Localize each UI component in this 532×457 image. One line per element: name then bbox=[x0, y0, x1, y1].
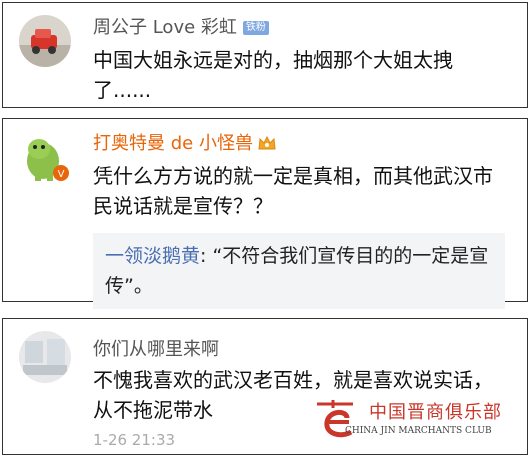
comment-time: 1-26 21:33 bbox=[93, 431, 176, 449]
comment-username[interactable]: 周公子 Love 彩虹 铁粉 bbox=[93, 13, 269, 39]
reply-quote[interactable]: 一领淡鹅黄: “不符合我们宣传目的的一定是宣传”。 bbox=[93, 233, 505, 309]
reply-author[interactable]: 一领淡鹅黄 bbox=[105, 245, 200, 267]
comment-username[interactable]: 打奥特曼 de 小怪兽 bbox=[93, 129, 277, 156]
username-label[interactable]: 周公子 Love 彩虹 bbox=[93, 17, 237, 38]
comment-card: 你们从哪里来啊 不愧我喜欢的武汉老百姓，就是喜欢说实话，从不拖泥带水 1-26 … bbox=[2, 318, 528, 455]
username-label[interactable]: 打奥特曼 de 小怪兽 bbox=[93, 133, 253, 154]
comment-text: 凭什么方方说的就一定是真相，而其他武汉市民说话就是宣传？？ bbox=[93, 164, 493, 218]
club-logo-icon bbox=[317, 400, 353, 438]
watermark-cn: 中国晋商俱乐部 bbox=[369, 402, 502, 423]
svg-text:V: V bbox=[58, 169, 65, 180]
fan-badge: 铁粉 bbox=[242, 21, 269, 35]
comment-card: 周公子 Love 彩虹 铁粉 中国大姐永远是对的，抽烟那个大姐太拽了...... bbox=[2, 2, 528, 108]
crown-icon bbox=[257, 135, 277, 156]
comment-text: 中国大姐永远是对的，抽烟那个大姐太拽了...... bbox=[93, 48, 453, 102]
avatar[interactable] bbox=[19, 15, 71, 67]
avatar[interactable] bbox=[19, 331, 71, 383]
watermark: 中国晋商俱乐部 CHINA JIN MARCHANTS CLUB bbox=[311, 396, 521, 448]
comment-card: V 打奥特曼 de 小怪兽 凭什么方方说的就一定是真相，而其他武汉市民说话就是宣… bbox=[2, 118, 528, 309]
avatar[interactable]: V bbox=[19, 131, 71, 183]
watermark-en: CHINA JIN MARCHANTS CLUB bbox=[345, 426, 492, 436]
comment-username[interactable]: 你们从哪里来啊 bbox=[93, 335, 219, 361]
